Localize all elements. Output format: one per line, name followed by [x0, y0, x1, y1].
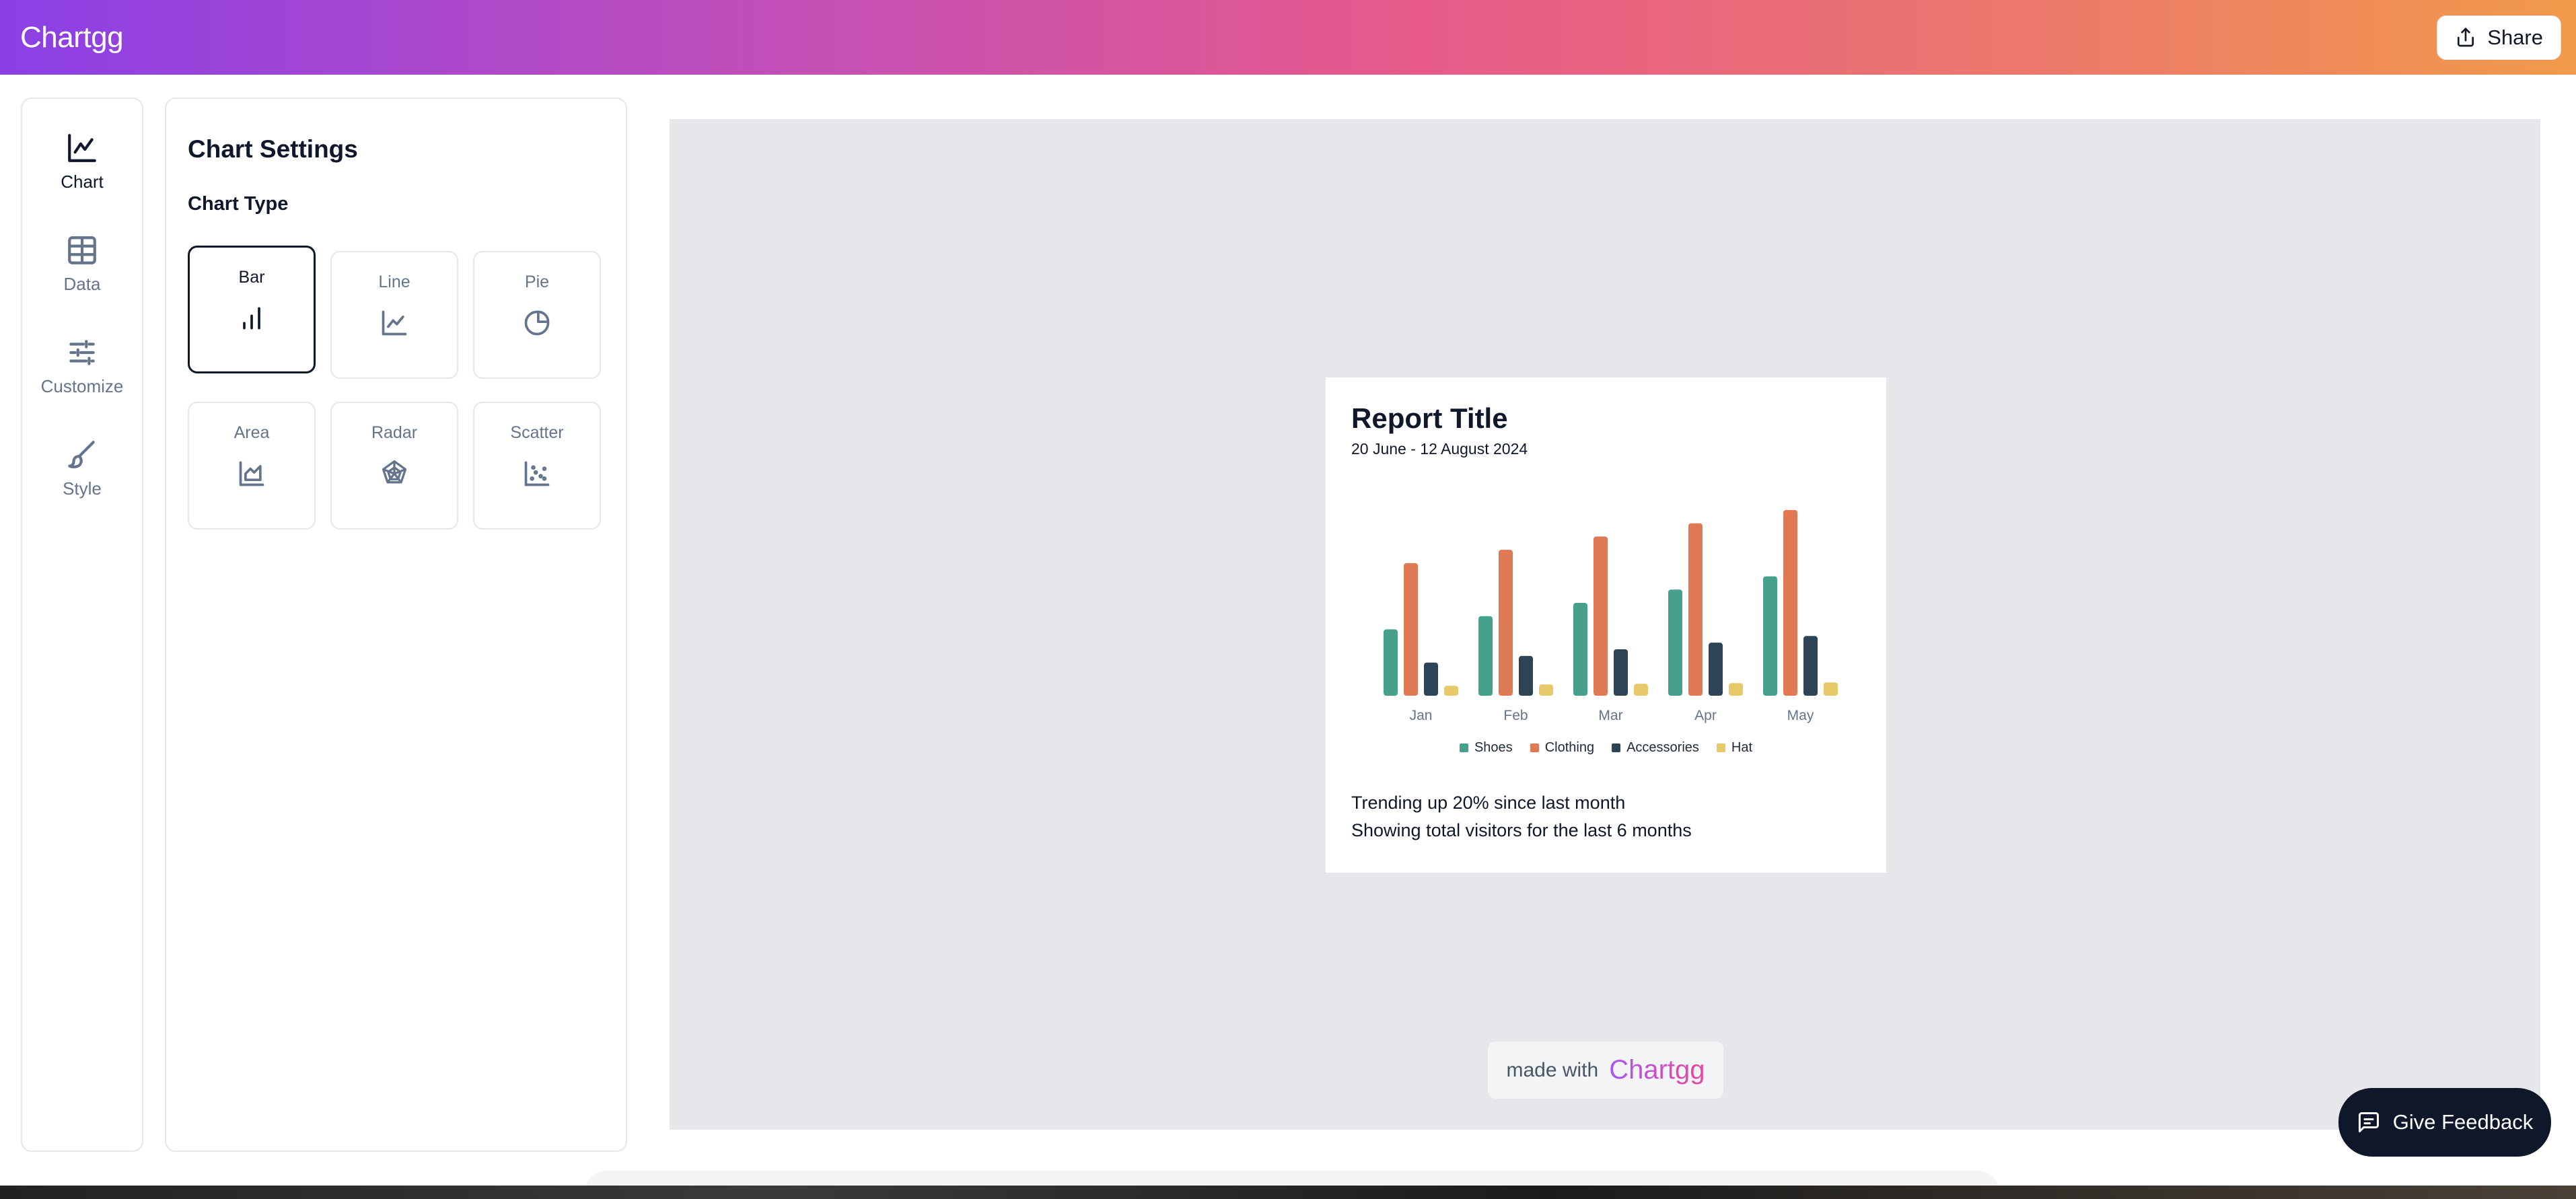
legend-swatch — [1716, 743, 1725, 752]
bar-accessories-feb[interactable] — [1519, 655, 1533, 696]
x-tick-label: May — [1787, 708, 1814, 723]
chart-type-scatter[interactable]: Scatter — [473, 402, 601, 530]
x-tick-label: Feb — [1503, 708, 1528, 723]
nav-item-style[interactable]: Style — [22, 438, 142, 499]
sliders-icon — [69, 340, 95, 365]
nav-item-chart[interactable]: Chart — [22, 131, 142, 192]
chart-type-bar[interactable]: Bar — [188, 246, 316, 373]
report-card: Report Title 20 June - 12 August 2024 Ja… — [1326, 377, 1886, 873]
chart-type-heading: Chart Type — [188, 193, 289, 215]
nav-label-data: Data — [63, 274, 101, 294]
legend-swatch — [1530, 743, 1539, 752]
legend-item-shoes[interactable]: Shoes — [1459, 740, 1513, 756]
chart-legend: Shoes Clothing Accessories Hat — [1326, 740, 1886, 756]
made-with-badge[interactable]: made with Chartgg — [1487, 1041, 1724, 1099]
scatter-chart-icon — [524, 461, 550, 486]
bar-shoes-apr[interactable] — [1668, 589, 1682, 696]
chart-type-area[interactable]: Area — [188, 402, 316, 530]
nav-item-customize[interactable]: Customize — [22, 336, 142, 397]
share-icon — [2458, 27, 2474, 46]
side-nav: Chart Data Customize Style — [21, 98, 143, 1152]
made-with-brand: Chartgg — [1609, 1055, 1705, 1085]
legend-label: Clothing — [1544, 740, 1595, 755]
chart-settings-panel: Chart Settings Chart Type Bar Line Pie A… — [165, 98, 627, 1152]
chart-type-pie[interactable]: Pie — [473, 251, 601, 379]
nav-label-chart: Chart — [61, 172, 104, 192]
brand-logo[interactable]: Chartgg — [20, 21, 124, 54]
bar-accessories-may[interactable] — [1803, 636, 1818, 696]
legend-item-hat[interactable]: Hat — [1716, 740, 1753, 756]
radar-chart-icon — [382, 460, 407, 484]
brush-icon — [68, 441, 95, 468]
area-chart-icon — [239, 461, 264, 486]
bar-clothing-apr[interactable] — [1688, 523, 1703, 696]
chart-type-label: Radar — [371, 423, 418, 442]
bar-hat-may[interactable] — [1824, 682, 1838, 696]
legend-item-accessories[interactable]: Accessories — [1612, 740, 1699, 756]
bar-shoes-mar[interactable] — [1573, 603, 1587, 696]
bar-clothing-feb[interactable] — [1499, 550, 1513, 696]
give-feedback-button[interactable]: Give Feedback — [2338, 1088, 2551, 1157]
nav-label-customize: Customize — [40, 376, 124, 396]
bar-shoes-jan[interactable] — [1384, 629, 1398, 696]
x-tick-label: Apr — [1694, 708, 1717, 723]
bar-hat-mar[interactable] — [1634, 684, 1648, 696]
panel-title: Chart Settings — [188, 135, 358, 163]
legend-label: Shoes — [1474, 740, 1513, 755]
bar-shoes-feb[interactable] — [1478, 616, 1493, 696]
chart-icon — [68, 134, 96, 162]
x-tick-label: Mar — [1598, 708, 1622, 723]
desktop-strip — [0, 1186, 2576, 1199]
legend-label: Accessories — [1626, 740, 1699, 755]
bar-chart: Jan Feb Mar Apr May — [1384, 510, 1838, 723]
table-icon — [68, 236, 96, 264]
chart-type-label: Area — [234, 423, 270, 442]
bar-clothing-mar[interactable] — [1594, 536, 1608, 696]
legend-swatch — [1612, 743, 1621, 752]
feedback-label: Give Feedback — [2392, 1110, 2534, 1134]
chart-type-line[interactable]: Line — [330, 251, 458, 379]
pie-chart-icon — [524, 310, 550, 336]
made-with-text: made with — [1506, 1058, 1599, 1081]
x-tick-label: Jan — [1410, 708, 1433, 723]
chart-type-label: Pie — [524, 272, 550, 291]
bar-accessories-jan[interactable] — [1424, 662, 1438, 696]
top-bar: Chartgg Share — [0, 0, 2576, 75]
chart-type-label: Bar — [238, 268, 265, 287]
nav-item-data[interactable]: Data — [22, 233, 142, 295]
bar-shoes-may[interactable] — [1763, 576, 1777, 696]
bar-clothing-may[interactable] — [1783, 510, 1797, 696]
share-label: Share — [2487, 25, 2543, 49]
legend-label: Hat — [1731, 740, 1753, 755]
message-icon — [2358, 1112, 2379, 1132]
report-footer-note: Showing total visitors for the last 6 mo… — [1351, 820, 1692, 840]
nav-label-style: Style — [63, 478, 102, 499]
chart-type-label: Line — [378, 272, 410, 291]
bar-hat-feb[interactable] — [1539, 684, 1553, 696]
bar-accessories-apr[interactable] — [1709, 643, 1723, 696]
share-button[interactable]: Share — [2437, 15, 2561, 60]
bar-accessories-mar[interactable] — [1614, 649, 1628, 696]
bar-hat-jan[interactable] — [1444, 686, 1458, 696]
chart-type-label: Scatter — [510, 423, 564, 442]
chart-type-radar[interactable]: Radar — [330, 402, 458, 530]
report-footer-trend: Trending up 20% since last month — [1351, 793, 1626, 813]
legend-item-clothing[interactable]: Clothing — [1530, 740, 1594, 756]
bar-hat-apr[interactable] — [1729, 683, 1743, 696]
bar-clothing-jan[interactable] — [1404, 562, 1418, 696]
line-chart-icon — [382, 310, 407, 336]
legend-swatch — [1459, 743, 1468, 752]
bar-chart-icon — [243, 307, 260, 330]
